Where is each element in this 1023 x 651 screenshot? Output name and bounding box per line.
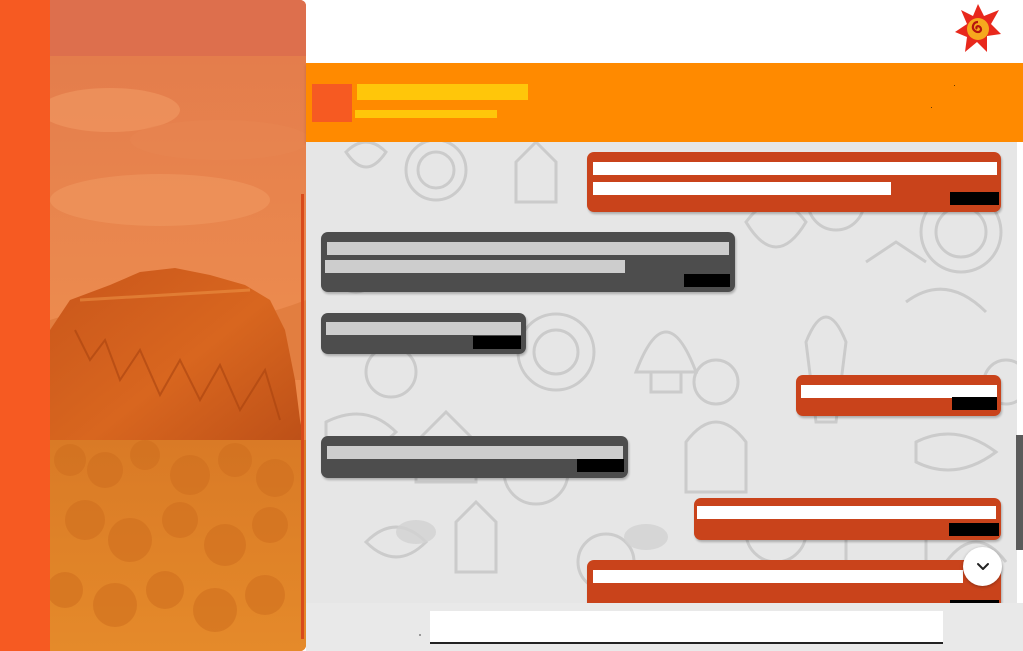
message-text-line bbox=[326, 322, 521, 335]
chat-avatar-icon[interactable] bbox=[312, 84, 352, 122]
message-bubble-incoming[interactable] bbox=[321, 232, 735, 292]
message-bubble-outgoing[interactable] bbox=[587, 560, 1001, 603]
chat-subtitle bbox=[355, 110, 497, 118]
chat-title bbox=[357, 84, 528, 100]
header-dot bbox=[931, 107, 932, 108]
left-accent-strip bbox=[0, 0, 50, 651]
message-text-line bbox=[593, 182, 891, 195]
message-timestamp bbox=[473, 336, 521, 349]
message-text-line bbox=[593, 162, 997, 175]
message-timestamp bbox=[952, 397, 997, 410]
message-bubble-incoming[interactable] bbox=[321, 313, 526, 354]
top-header-bar bbox=[306, 0, 1023, 63]
rock-landscape-image bbox=[50, 0, 306, 651]
message-timestamp bbox=[949, 523, 999, 536]
message-list[interactable] bbox=[306, 142, 1017, 603]
message-text-line bbox=[327, 242, 729, 255]
header-dot bbox=[954, 85, 955, 86]
message-text-line bbox=[697, 506, 996, 519]
message-timestamp bbox=[577, 459, 624, 472]
message-bubble-outgoing[interactable] bbox=[587, 152, 1001, 212]
message-composer bbox=[306, 603, 1023, 651]
chat-app bbox=[0, 0, 1023, 651]
message-text-line bbox=[327, 446, 623, 459]
composer-dot bbox=[419, 634, 421, 636]
chat-header bbox=[306, 63, 1023, 142]
sun-flower-logo-icon[interactable] bbox=[955, 4, 1001, 54]
message-timestamp bbox=[950, 192, 999, 205]
message-bubble-incoming[interactable] bbox=[321, 436, 628, 478]
hero-image-panel bbox=[50, 0, 306, 651]
scroll-to-bottom-button[interactable] bbox=[963, 547, 1002, 586]
message-text-line bbox=[593, 570, 963, 583]
message-bubble-outgoing[interactable] bbox=[694, 498, 1001, 540]
message-timestamp bbox=[684, 274, 730, 287]
message-bubble-outgoing[interactable] bbox=[796, 375, 1001, 416]
chevron-down-icon bbox=[976, 562, 989, 570]
message-input[interactable] bbox=[430, 611, 943, 644]
message-text-line bbox=[325, 260, 625, 273]
message-scrollbar-thumb[interactable] bbox=[1016, 435, 1023, 550]
